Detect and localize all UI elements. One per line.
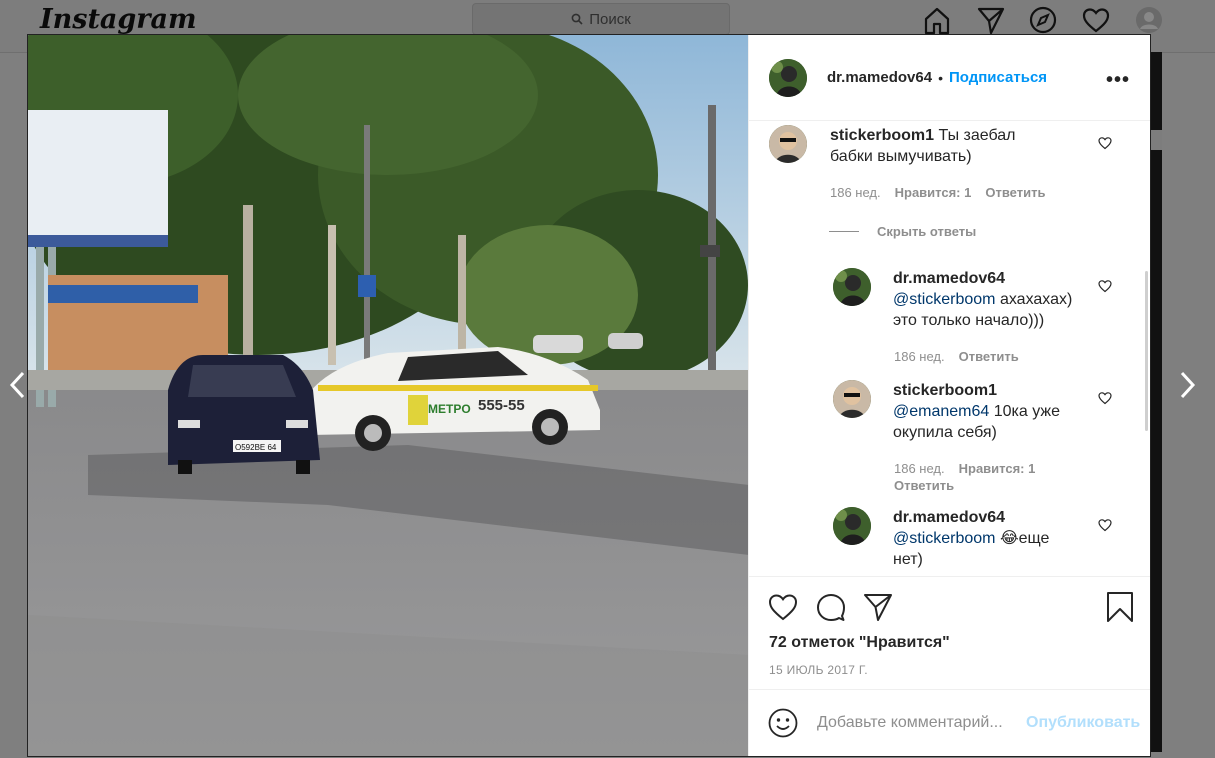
reply-reply-button[interactable]: Ответить — [959, 349, 1019, 364]
reply-meta: 186 нед. Нравится: 1 Ответить — [894, 461, 1064, 493]
add-comment-bar: Опубликовать — [749, 689, 1150, 756]
like-comment-heart-icon[interactable] — [1098, 136, 1112, 150]
license-plate-text: O592BE 64 — [235, 443, 277, 452]
reply-mention[interactable]: @stickerboom — [893, 291, 996, 308]
reply-text: stickerboom1 @emanem64 10ка уже окупила … — [893, 380, 1083, 443]
reply-avatar[interactable] — [833, 268, 871, 306]
search-bar[interactable]: Поиск — [472, 3, 730, 35]
post-photo[interactable]: METPO 555-55 O592BE 64 — [28, 35, 748, 756]
comment-reply-button[interactable]: Ответить — [985, 185, 1045, 200]
author-avatar[interactable] — [769, 58, 807, 97]
explore-icon[interactable] — [1027, 4, 1059, 36]
comment-likes[interactable]: Нравится: 1 — [895, 185, 972, 200]
taxi-phone-text: 555-55 — [478, 397, 525, 414]
reply-meta: 186 нед. Ответить — [894, 349, 1019, 364]
publish-button[interactable]: Опубликовать — [1026, 714, 1140, 732]
reply-item: dr.mamedov64 @stickerboom ахахахах) это … — [833, 268, 1083, 331]
reply-username[interactable]: stickerboom1 — [893, 382, 997, 399]
background-feed-gap — [1150, 130, 1162, 150]
street-photo-illustration: METPO 555-55 O592BE 64 — [28, 35, 748, 756]
reply-text: dr.mamedov64 @stickerboom ахахахах) это … — [893, 268, 1083, 331]
comment-username[interactable]: stickerboom1 — [830, 127, 934, 144]
likes-count[interactable]: 72 отметок "Нравится" — [769, 634, 950, 652]
reply-item: stickerboom1 @emanem64 10ка уже окупила … — [833, 380, 1083, 443]
like-reply-heart-icon[interactable] — [1098, 518, 1112, 532]
save-bookmark-icon[interactable] — [1104, 591, 1136, 623]
follow-button[interactable]: Подписаться — [949, 69, 1047, 86]
taxi-brand-text: METPO — [428, 402, 471, 416]
like-heart-icon[interactable] — [767, 591, 799, 623]
comment-bubble-icon[interactable] — [815, 591, 847, 623]
comments-scrollbar[interactable] — [1145, 271, 1148, 431]
reply-avatar[interactable] — [833, 507, 871, 545]
reply-likes[interactable]: Нравится: 1 — [959, 461, 1036, 476]
search-placeholder: Поиск — [589, 10, 631, 28]
home-icon[interactable] — [921, 4, 953, 36]
direct-icon[interactable] — [975, 4, 1007, 36]
replies-divider-line — [829, 231, 859, 232]
reply-avatar[interactable] — [833, 380, 871, 418]
commenter-avatar[interactable] — [769, 125, 807, 163]
separator-dot: • — [938, 69, 943, 86]
hide-replies-label: Скрыть ответы — [877, 224, 977, 239]
post-sidebar: dr.mamedov64 • Подписаться ••• stickerbo… — [748, 35, 1150, 756]
reply-emoji: 😂 — [999, 530, 1019, 547]
comment-time[interactable]: 186 нед. — [830, 185, 881, 200]
next-post-chevron-icon[interactable] — [1172, 370, 1202, 400]
comment-meta: 186 нед. Нравится: 1 Ответить — [830, 185, 1045, 200]
reply-mention[interactable]: @stickerboom — [893, 530, 996, 547]
search-icon — [571, 13, 583, 25]
author-username[interactable]: dr.mamedov64 — [827, 69, 932, 86]
post-actions: 72 отметок "Нравится" 15 ИЮЛЬ 2017 Г. — [749, 576, 1150, 689]
comment-text: stickerboom1 Ты заебал бабки вымучивать) — [830, 125, 1060, 167]
background-feed-strip — [1150, 52, 1162, 752]
activity-heart-icon[interactable] — [1080, 4, 1112, 36]
more-options-icon[interactable]: ••• — [1106, 69, 1130, 92]
like-reply-heart-icon[interactable] — [1098, 279, 1112, 293]
reply-username[interactable]: dr.mamedov64 — [893, 270, 1005, 287]
comment-item: stickerboom1 Ты заебал бабки вымучивать) — [769, 125, 1060, 167]
reply-text: dr.mamedov64 @stickerboom 😂еще нет) — [893, 507, 1083, 570]
reply-mention[interactable]: @emanem64 — [893, 403, 989, 420]
share-direct-icon[interactable] — [862, 591, 894, 623]
comment-input[interactable] — [815, 713, 1026, 733]
instagram-logo: Instagram — [40, 4, 197, 35]
emoji-smiley-icon[interactable] — [767, 707, 799, 739]
comments-list[interactable]: stickerboom1 Ты заебал бабки вымучивать)… — [749, 121, 1150, 576]
post-date[interactable]: 15 ИЮЛЬ 2017 Г. — [769, 663, 868, 677]
reply-time[interactable]: 186 нед. — [894, 461, 945, 476]
hide-replies-button[interactable]: Скрыть ответы — [829, 224, 976, 239]
post-modal: METPO 555-55 O592BE 64 dr.mamedov64 • По… — [27, 34, 1151, 757]
reply-time[interactable]: 186 нед. — [894, 349, 945, 364]
reply-item: dr.mamedov64 @stickerboom 😂еще нет) — [833, 507, 1083, 570]
post-header: dr.mamedov64 • Подписаться ••• — [749, 35, 1150, 121]
reply-reply-button[interactable]: Ответить — [894, 478, 954, 493]
profile-avatar-icon[interactable] — [1133, 4, 1165, 36]
reply-username[interactable]: dr.mamedov64 — [893, 509, 1005, 526]
like-reply-heart-icon[interactable] — [1098, 391, 1112, 405]
